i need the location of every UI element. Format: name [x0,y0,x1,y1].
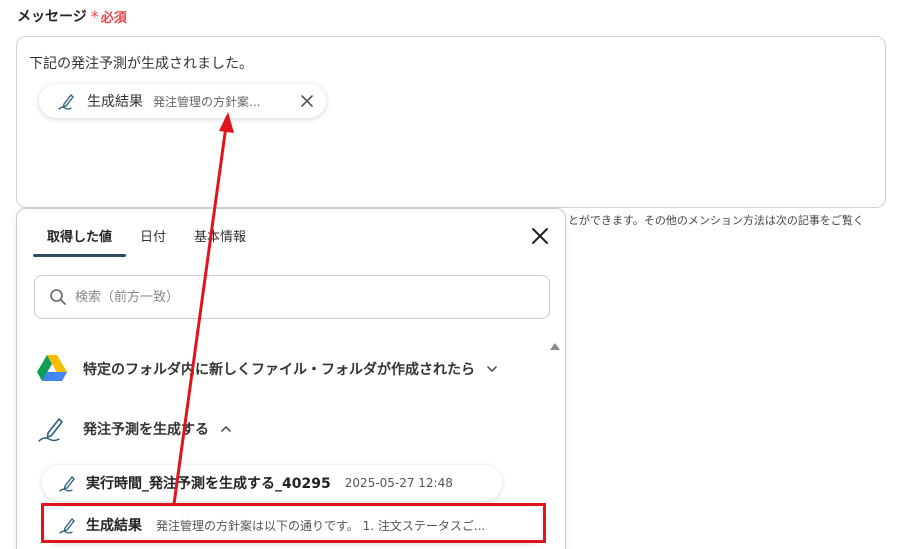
item-value: 2025-05-27 12:48 [344,476,453,490]
search-field[interactable] [34,275,550,319]
tab-bar: 取得した値 日付 基本情報 [33,209,260,257]
list-item-execution-time[interactable]: 実行時間_発注予測を生成する_40295 2025-05-27 12:48 [42,465,502,501]
value-picker-panel: 取得した値 日付 基本情報 特定のフォルダ内に新しくファイル・フォルダが作成され… [16,208,566,549]
group-forecast[interactable]: 発注予測を生成する [37,414,233,444]
required-text: 必須 [100,10,127,26]
tab-basic-info[interactable]: 基本情報 [180,209,260,257]
message-textarea[interactable]: 下記の発注予測が生成されました。 生成結果 発注管理の方針案... [16,36,886,208]
message-text: 下記の発注予測が生成されました。 [29,56,253,72]
item-title: 実行時間_発注予測を生成する_40295 [86,476,331,492]
chevron-up-icon[interactable] [219,422,233,436]
chip-subtitle: 発注管理の方針案... [153,94,261,109]
chevron-down-icon[interactable] [485,362,499,376]
group-drive-trigger[interactable]: 特定のフォルダ内に新しくファイル・フォルダが作成されたら [37,355,499,382]
tab-acquired-values[interactable]: 取得した値 [33,209,127,257]
variable-chip[interactable]: 生成結果 発注管理の方針案... [39,84,326,118]
helper-text: とができます。その他のメンション方法は次の記事をご覧く [568,214,864,227]
google-drive-icon [37,355,67,381]
pen-icon [38,418,63,442]
group-label: 特定のフォルダ内に新しくファイル・フォルダが作成されたら [83,361,475,378]
highlight-box [41,503,546,543]
pen-icon [59,476,75,492]
search-input[interactable] [75,289,515,305]
scrollbar-up-arrow[interactable] [550,343,560,350]
pen-icon [58,94,74,110]
required-asterisk: * [90,6,99,26]
chip-title: 生成結果 [87,94,143,110]
tab-date[interactable]: 日付 [126,209,180,257]
field-label: メッセージ * 必須 [17,6,127,26]
field-label-text: メッセージ [17,9,87,25]
close-icon[interactable] [530,226,550,246]
close-icon[interactable] [298,92,316,110]
search-icon [50,289,66,305]
group-label: 発注予測を生成する [83,422,209,438]
